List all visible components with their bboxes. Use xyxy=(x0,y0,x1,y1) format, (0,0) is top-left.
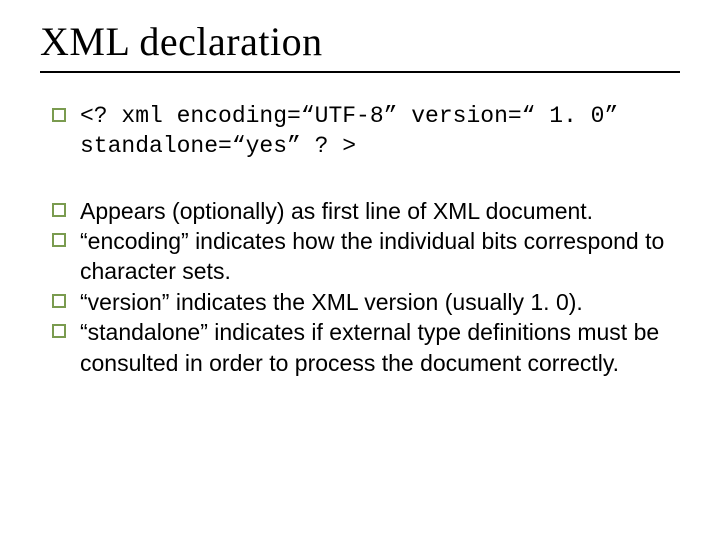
title-rule xyxy=(40,71,680,73)
bullet-list: <? xml encoding=“UTF-8” version=“ 1. 0” … xyxy=(52,101,680,378)
bullet-text: Appears (optionally) as first line of XM… xyxy=(80,196,680,226)
list-item: <? xml encoding=“UTF-8” version=“ 1. 0” … xyxy=(52,101,680,162)
slide: XML declaration <? xml encoding=“UTF-8” … xyxy=(0,0,720,540)
page-title: XML declaration xyxy=(40,18,680,65)
bullet-text: “version” indicates the XML version (usu… xyxy=(80,287,680,317)
list-item: “version” indicates the XML version (usu… xyxy=(52,287,680,317)
list-item: Appears (optionally) as first line of XM… xyxy=(52,196,680,226)
list-item: “standalone” indicates if external type … xyxy=(52,317,680,378)
bullet-text: “standalone” indicates if external type … xyxy=(80,317,680,378)
bullet-icon xyxy=(52,324,66,338)
bullet-icon xyxy=(52,233,66,247)
bullet-text: “encoding” indicates how the individual … xyxy=(80,226,680,287)
list-item: “encoding” indicates how the individual … xyxy=(52,226,680,287)
code-line: <? xml encoding=“UTF-8” version=“ 1. 0” … xyxy=(80,101,680,162)
bullet-icon xyxy=(52,203,66,217)
bullet-icon xyxy=(52,108,66,122)
bullet-icon xyxy=(52,294,66,308)
